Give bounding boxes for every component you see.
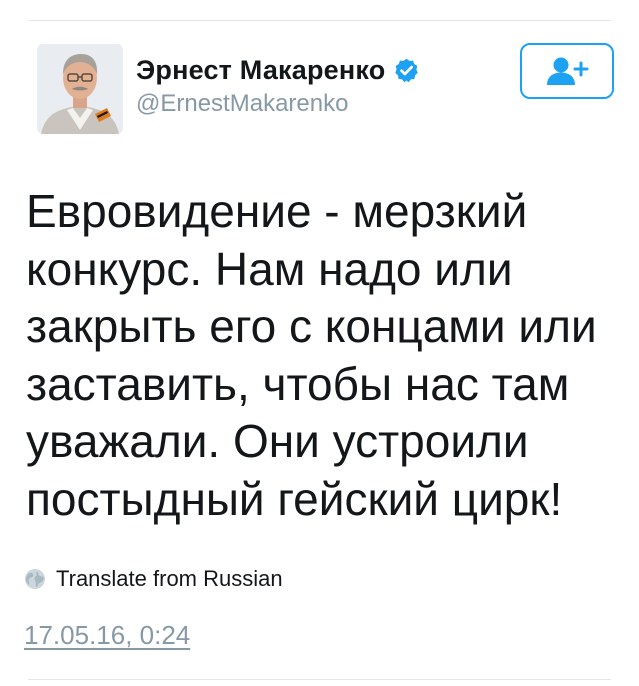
user-avatar-photo xyxy=(37,44,123,134)
tweet-timestamp[interactable]: 17.05.16, 0:24 xyxy=(24,620,190,651)
avatar[interactable] xyxy=(37,44,123,134)
tweet-text: Евровидение - мерзкий конкурс. Нам надо … xyxy=(26,183,626,528)
translate-label[interactable]: Translate from Russian xyxy=(56,566,283,592)
bottom-divider xyxy=(28,679,611,680)
globe-icon xyxy=(25,569,45,589)
tweet-text-line: конкурс. Нам надо или xyxy=(26,242,513,295)
translate-link[interactable]: Translate from Russian xyxy=(24,566,283,592)
follow-button[interactable] xyxy=(520,43,614,99)
tweet-text-line: закрыть его с концами или xyxy=(26,300,597,352)
author-handle[interactable]: @ErnestMakarenko xyxy=(136,90,499,118)
tweet-text-line: Евровидение - мерзкий xyxy=(26,185,528,237)
tweet-author[interactable]: Эрнест Макаренко @ErnestMakarenko xyxy=(136,50,499,118)
author-name-row: Эрнест Макаренко xyxy=(136,50,499,90)
top-divider xyxy=(28,20,611,21)
verified-badge-icon xyxy=(393,57,420,84)
add-user-icon xyxy=(547,57,589,85)
tweet-text-line: постыдный гейский цирк! xyxy=(26,472,563,525)
tweet-text-line: уважали. Они устроили xyxy=(26,415,529,467)
tweet-text-line: заставить, чтобы нас там xyxy=(26,357,570,410)
author-display-name[interactable]: Эрнест Макаренко xyxy=(136,55,385,86)
